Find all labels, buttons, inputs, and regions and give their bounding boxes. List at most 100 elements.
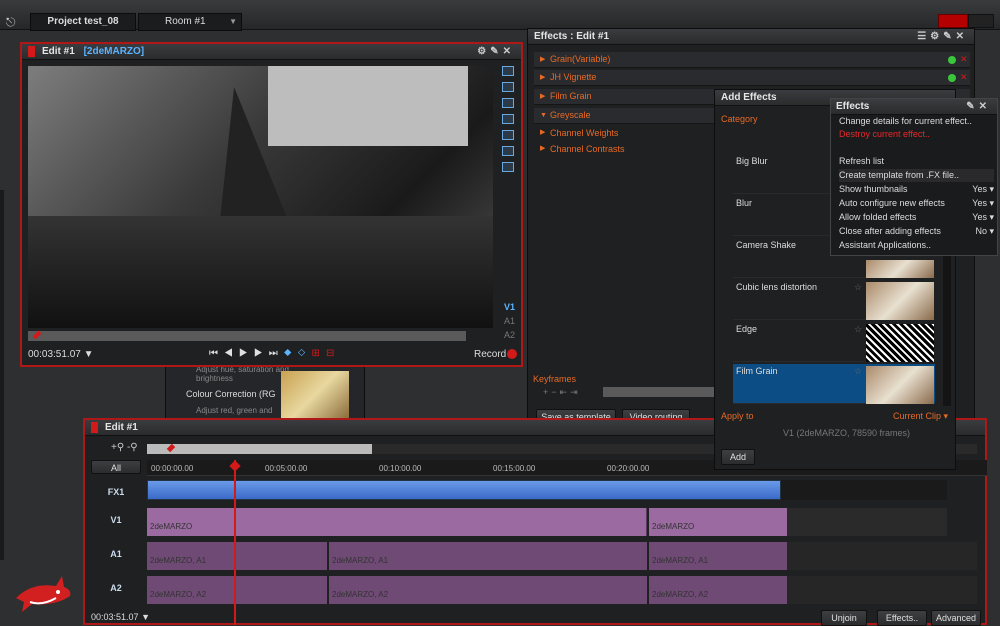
menu-item-assistant[interactable]: Assistant Applications.. xyxy=(839,239,994,252)
list-icon[interactable] xyxy=(502,82,514,92)
overwrite-icon[interactable]: ⊟ xyxy=(326,348,340,359)
category-item-selected[interactable]: Film Grain ☆ xyxy=(733,364,935,404)
next-keyframe-icon[interactable]: ⇥ xyxy=(570,387,581,397)
mark-out-icon[interactable]: ◇ xyxy=(298,348,312,359)
all-tracks-button[interactable]: All xyxy=(91,460,141,474)
viewer-scrub-bar[interactable] xyxy=(28,331,466,341)
pin-icon[interactable]: ✎ xyxy=(943,31,955,42)
upload-icon[interactable] xyxy=(502,162,514,172)
zoom-in-icon[interactable]: +⚲ xyxy=(111,442,124,453)
tab-room[interactable]: Room #1 ▼ xyxy=(138,13,242,31)
track-label-v1[interactable]: V1 xyxy=(504,300,515,314)
star-icon[interactable]: ☆ xyxy=(854,366,862,377)
menu-item-create-template[interactable]: Create template from .FX file.. xyxy=(839,169,994,182)
playhead[interactable] xyxy=(234,460,236,625)
effects-button[interactable]: Effects.. xyxy=(877,610,927,626)
record-button[interactable] xyxy=(507,349,517,359)
keyframe-bar[interactable] xyxy=(603,387,721,397)
chevron-down-icon[interactable]: ▼ xyxy=(229,14,237,30)
sliders-icon[interactable]: ☰ xyxy=(917,31,930,42)
fx-clip[interactable] xyxy=(147,480,781,500)
folder-icon[interactable] xyxy=(502,66,514,76)
menu-item-refresh[interactable]: Refresh list xyxy=(839,155,994,168)
play-icon[interactable]: ▶ xyxy=(239,348,254,359)
add-button[interactable]: Add xyxy=(721,449,755,465)
audio-clip[interactable]: 2deMARZO, A2 xyxy=(147,576,327,604)
window-close-button[interactable] xyxy=(938,14,968,28)
redo-icon[interactable] xyxy=(502,146,514,156)
chevron-right-icon[interactable]: ▶ xyxy=(540,70,545,85)
exit-icon[interactable]: ⎋ xyxy=(6,16,20,28)
menu-item-close-after[interactable]: Close after adding effects No ▾ xyxy=(839,225,994,238)
chevron-down-icon[interactable]: ▼ xyxy=(84,349,94,360)
chevron-right-icon[interactable]: ▶ xyxy=(540,128,545,136)
viewer-timecode[interactable]: 00:03:51.07 ▼ xyxy=(28,349,94,360)
zoom-out-icon[interactable]: -⚲ xyxy=(127,442,138,453)
chevron-right-icon[interactable]: ▶ xyxy=(540,89,545,104)
step-back-icon[interactable]: ◀ xyxy=(224,348,239,359)
menu-item-show-thumbnails[interactable]: Show thumbnails Yes ▾ xyxy=(839,183,994,196)
effect-thumbnail xyxy=(866,282,934,320)
chevron-down-icon[interactable]: ▼ xyxy=(141,612,150,622)
status-dot[interactable] xyxy=(948,56,956,64)
audio-clip[interactable]: 2deMARZO, A2 xyxy=(329,576,647,604)
window-menu-button[interactable] xyxy=(968,14,994,28)
menu-item-allow-folded[interactable]: Allow folded effects Yes ▾ xyxy=(839,211,994,224)
apply-to-select[interactable]: Current Clip ▾ xyxy=(893,411,948,422)
effect-row-grain[interactable]: ▶ Grain(Variable) ✕ xyxy=(534,52,970,68)
timeline-scroll-thumb[interactable] xyxy=(147,444,372,454)
close-icon[interactable]: ✕ xyxy=(979,101,991,112)
settings-icon[interactable]: ⚙ xyxy=(477,46,490,57)
close-icon[interactable]: ✕ xyxy=(503,46,515,57)
close-icon[interactable]: ✕ xyxy=(956,31,968,42)
pin-icon[interactable]: ✎ xyxy=(966,101,978,112)
minus-icon[interactable]: − xyxy=(551,387,559,397)
advanced-button[interactable]: Advanced xyxy=(931,610,981,626)
star-icon[interactable]: ☆ xyxy=(854,324,862,335)
unjoin-button[interactable]: Unjoin xyxy=(821,610,867,626)
bin-thumbnail[interactable] xyxy=(281,371,349,419)
menu-item-change-details[interactable]: Change details for current effect.. xyxy=(839,115,994,128)
video-clip[interactable]: 2deMARZO xyxy=(147,508,647,536)
video-clip[interactable]: 2deMARZO xyxy=(649,508,787,536)
delete-icon[interactable]: ✕ xyxy=(960,70,968,85)
track-label-a2[interactable]: A2 xyxy=(91,576,141,600)
effect-row-vignette[interactable]: ▶ JH Vignette ✕ xyxy=(534,70,970,86)
menu-item-auto-configure[interactable]: Auto configure new effects Yes ▾ xyxy=(839,197,994,210)
step-forward-icon[interactable]: ▶ xyxy=(254,348,269,359)
frame-icon[interactable] xyxy=(502,98,514,108)
category-item[interactable]: Edge ☆ xyxy=(733,322,935,362)
skip-forward-icon[interactable]: ⏭ xyxy=(269,348,284,359)
chevron-down-icon[interactable]: ▼ xyxy=(540,108,547,123)
skip-back-icon[interactable]: ⏮ xyxy=(209,348,224,359)
track-label-a1[interactable]: A1 xyxy=(91,542,141,566)
track-label-a1[interactable]: A1 xyxy=(504,314,515,328)
audio-clip[interactable]: 2deMARZO, A2 xyxy=(649,576,787,604)
category-item[interactable]: Cubic lens distortion ☆ xyxy=(733,280,935,320)
effect-sub-contrasts[interactable]: ▶ Channel Contrasts xyxy=(540,144,625,154)
status-dot[interactable] xyxy=(948,74,956,82)
audio-clip[interactable]: 2deMARZO, A1 xyxy=(649,542,787,570)
audio-clip[interactable]: 2deMARZO, A1 xyxy=(329,542,647,570)
copy-icon[interactable] xyxy=(502,114,514,124)
undo-icon[interactable] xyxy=(502,130,514,140)
settings-icon[interactable]: ⚙ xyxy=(930,31,943,42)
audio-clip[interactable]: 2deMARZO, A1 xyxy=(147,542,327,570)
bin-item-name[interactable]: Colour Correction (RG xyxy=(186,389,276,399)
chevron-right-icon[interactable]: ▶ xyxy=(540,144,545,152)
insert-icon[interactable]: ⊞ xyxy=(312,348,326,359)
tab-project[interactable]: Project test_08 xyxy=(30,13,136,31)
prev-keyframe-icon[interactable]: ⇤ xyxy=(560,387,571,397)
track-label-fx1[interactable]: FX1 xyxy=(91,480,141,504)
star-icon[interactable]: ☆ xyxy=(854,282,862,293)
menu-item-destroy[interactable]: Destroy current effect.. xyxy=(839,128,994,141)
mark-in-icon[interactable]: ◆ xyxy=(284,348,298,359)
track-label-v1[interactable]: V1 xyxy=(91,508,141,532)
chevron-right-icon[interactable]: ▶ xyxy=(540,52,545,67)
timeline-timecode[interactable]: 00:03:51.07 ▼ xyxy=(91,612,150,622)
track-label-a2[interactable]: A2 xyxy=(504,328,515,342)
pin-icon[interactable]: ✎ xyxy=(490,46,502,57)
category-name: Edge xyxy=(736,324,758,334)
effect-sub-weights[interactable]: ▶ Channel Weights xyxy=(540,128,618,138)
delete-icon[interactable]: ✕ xyxy=(960,52,968,67)
